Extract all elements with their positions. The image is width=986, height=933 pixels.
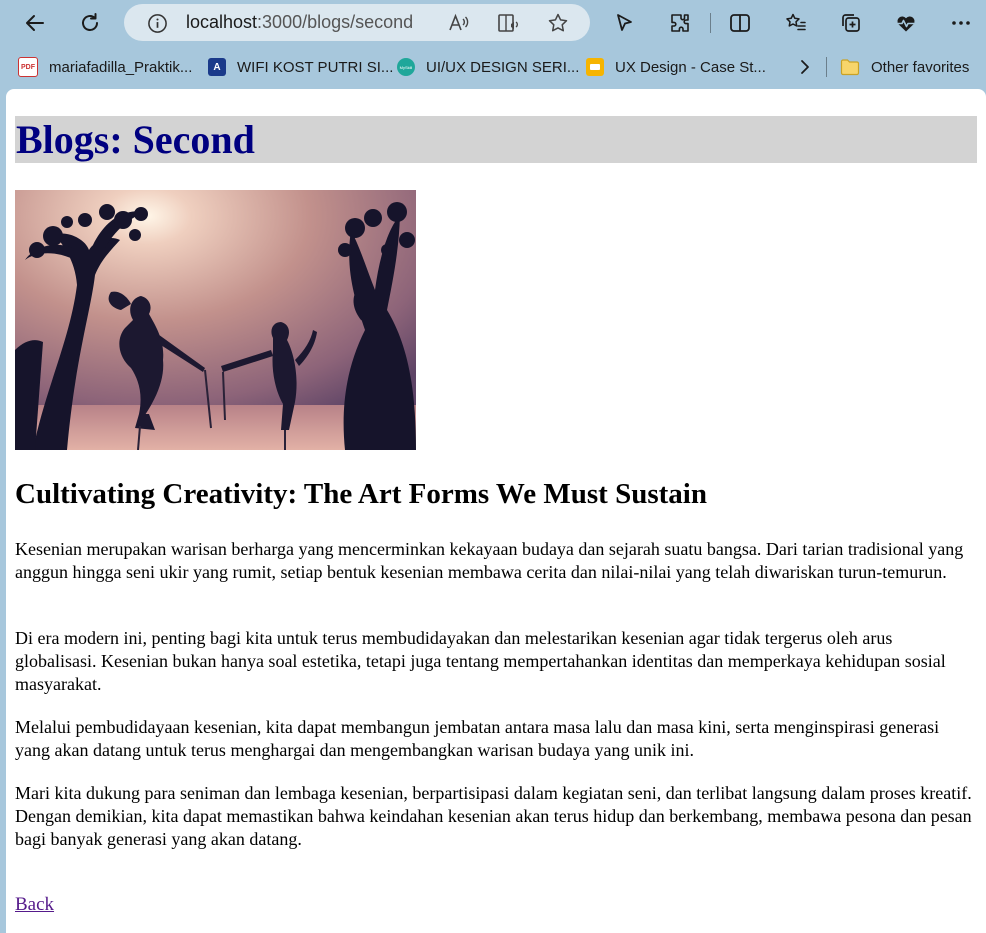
article-paragraph: Di era modern ini, penting bagi kita unt…: [15, 628, 946, 694]
article-paragraph: Kesenian merupakan warisan berharga yang…: [15, 539, 964, 582]
favorite-label: UX Design - Case St...: [615, 58, 766, 76]
favorite-item-uiux-design[interactable]: MySkill UI/UX DESIGN SERI...: [397, 55, 579, 79]
read-aloud-icon[interactable]: [448, 12, 470, 34]
pdf-file-icon: PDF: [18, 57, 38, 77]
article-heading: Cultivating Creativity: The Art Forms We…: [15, 478, 707, 510]
more-options-icon[interactable]: [945, 7, 977, 39]
article-paragraph: Mari kita dukung para seniman dan lembag…: [15, 783, 972, 849]
other-favorites-folder[interactable]: Other favorites: [840, 55, 969, 79]
page-title: Blogs: Second: [15, 116, 977, 163]
favorites-separator: [826, 57, 827, 77]
favorites-list-icon[interactable]: [780, 7, 812, 39]
folder-icon: [840, 58, 860, 76]
chevron-right-icon[interactable]: [798, 55, 812, 79]
favorite-label: UI/UX DESIGN SERI...: [426, 58, 580, 76]
back-link[interactable]: Back: [15, 894, 54, 916]
url-path: :3000/blogs/second: [257, 12, 414, 32]
refresh-icon[interactable]: [74, 7, 106, 39]
browser-toolbar: localhost:3000/blogs/second: [0, 0, 986, 46]
wayang-shadow-puppet-image: [15, 190, 416, 450]
favorite-label: WIFI KOST PUTRI SI...: [237, 58, 394, 76]
favorite-label: mariafadilla_Praktik...: [49, 58, 193, 76]
cursor-icon[interactable]: [608, 7, 640, 39]
back-arrow-icon[interactable]: [19, 7, 51, 39]
browser-essentials-icon[interactable]: [890, 7, 922, 39]
address-bar[interactable]: localhost:3000/blogs/second: [124, 4, 590, 41]
immersive-reader-icon[interactable]: [497, 12, 519, 34]
favorites-bar: PDF mariafadilla_Praktik... A WIFI KOST …: [0, 50, 986, 84]
myskill-logo-icon: MySkill: [397, 58, 415, 76]
extensions-icon[interactable]: [664, 7, 696, 39]
favorite-star-icon[interactable]: [547, 12, 569, 34]
favorite-item-mariafadilla[interactable]: PDF mariafadilla_Praktik...: [18, 55, 192, 79]
article-paragraph: Melalui pembudidayaan kesenian, kita dap…: [15, 717, 940, 760]
letter-a-icon: A: [208, 58, 226, 76]
url-text[interactable]: localhost:3000/blogs/second: [186, 12, 413, 33]
favorite-item-ux-design[interactable]: UX Design - Case St...: [586, 55, 766, 79]
favorite-item-wifi-kost[interactable]: A WIFI KOST PUTRI SI...: [208, 55, 393, 79]
split-screen-icon[interactable]: [724, 7, 756, 39]
other-favorites-label: Other favorites: [871, 58, 970, 76]
site-info-icon[interactable]: [146, 12, 168, 34]
web-page: Blogs: Second Cultivating Creativity: Th…: [6, 89, 986, 933]
toolbar-separator: [710, 13, 711, 33]
collections-icon[interactable]: [835, 7, 867, 39]
url-host: localhost: [186, 12, 258, 32]
slides-icon: [586, 58, 604, 76]
